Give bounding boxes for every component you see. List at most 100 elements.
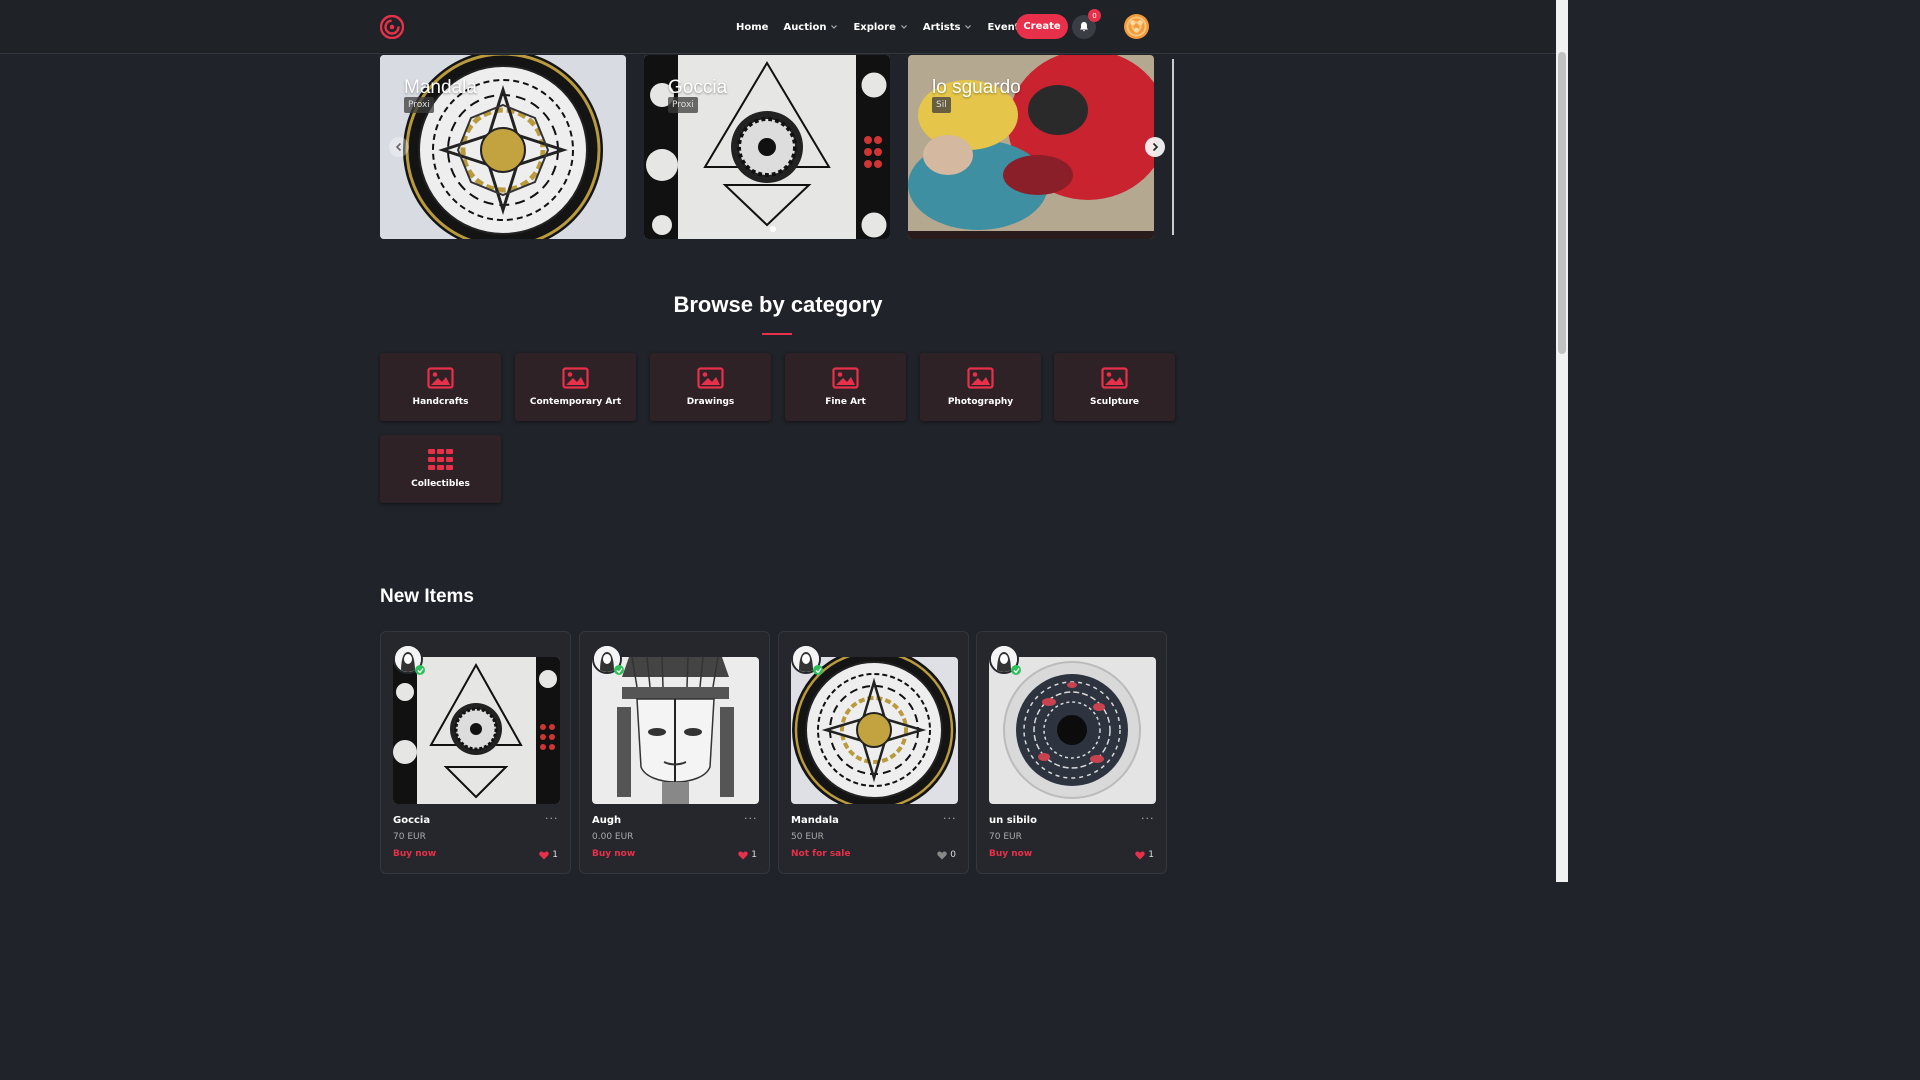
item-image [989, 657, 1156, 804]
carousel-dot[interactable] [770, 226, 776, 232]
like-button[interactable]: 1 [539, 850, 558, 860]
carousel-slide[interactable]: lo sguardo Sil [908, 55, 1154, 239]
image-icon [427, 367, 454, 389]
item-price: 70 EUR [989, 832, 1022, 842]
like-count: 1 [751, 850, 757, 860]
category-fine-art[interactable]: Fine Art [785, 353, 906, 421]
nav-artists[interactable]: Artists [923, 22, 973, 33]
featured-carousel: Mandala Proxi Goccia Proxi lo sguardo Si… [380, 55, 1176, 239]
more-options-icon[interactable]: ··· [1141, 812, 1155, 825]
new-items-title: New Items [380, 586, 474, 607]
carousel-prev-button[interactable] [389, 137, 409, 157]
category-label: Collectibles [411, 479, 470, 489]
category-label: Handcrafts [412, 397, 469, 407]
category-collectibles[interactable]: Collectibles [380, 435, 501, 503]
item-name: un sibilo [989, 815, 1037, 826]
slide-title: lo sguardo [932, 77, 1021, 98]
item-price: 50 EUR [791, 832, 824, 842]
item-name: Mandala [791, 815, 839, 826]
nav-home-label: Home [736, 21, 769, 33]
grid-icon [428, 449, 453, 470]
category-label: Contemporary Art [529, 397, 622, 407]
nav-artists-label: Artists [922, 21, 961, 33]
image-icon [697, 367, 724, 389]
buy-now-link[interactable]: Buy now [989, 849, 1032, 859]
category-label: Fine Art [825, 397, 866, 407]
page-scrollbar[interactable] [1556, 0, 1568, 882]
heart-icon [937, 851, 947, 859]
carousel-slide[interactable]: Goccia Proxi [644, 55, 890, 239]
more-options-icon[interactable]: ··· [744, 812, 758, 825]
chevron-down-icon [900, 25, 907, 29]
image-icon [967, 367, 994, 389]
slide-author[interactable]: Proxi [668, 97, 698, 113]
carousel-next-button[interactable] [1145, 137, 1165, 157]
nav-home[interactable]: Home [736, 22, 768, 33]
image-icon [562, 367, 589, 389]
image-icon [832, 367, 859, 389]
category-label: Drawings [686, 397, 735, 407]
item-image [791, 657, 958, 804]
next-slide-edge [1172, 59, 1174, 235]
item-price: 70 EUR [393, 832, 426, 842]
item-price: 0.00 EUR [592, 832, 634, 842]
like-button[interactable]: 1 [738, 850, 757, 860]
item-name: Augh [592, 815, 622, 826]
chevron-left-icon [395, 142, 402, 152]
category-handcrafts[interactable]: Handcrafts [380, 353, 501, 421]
top-navbar: Home Auction Explore Artists Events EN C… [0, 0, 1556, 54]
like-button[interactable]: 0 [937, 850, 956, 860]
like-button[interactable]: 1 [1135, 850, 1154, 860]
chevron-down-icon [831, 25, 838, 29]
slide-author[interactable]: Proxi [404, 97, 434, 113]
verified-icon [614, 665, 624, 675]
buy-now-link[interactable]: Buy now [592, 849, 635, 859]
more-options-icon[interactable]: ··· [943, 812, 957, 825]
category-sculpture[interactable]: Sculpture [1054, 353, 1175, 421]
item-image [393, 657, 560, 804]
carousel-slide[interactable]: Mandala Proxi [380, 55, 626, 239]
item-card[interactable]: Goccia ··· 70 EUR Buy now 1 [380, 631, 571, 874]
chevron-down-icon [965, 25, 972, 29]
user-avatar[interactable] [1124, 14, 1149, 39]
nav-auction[interactable]: Auction [783, 22, 838, 33]
slide-title: Goccia [668, 77, 728, 98]
create-button[interactable]: Create [1016, 14, 1068, 39]
item-card[interactable]: Mandala ··· 50 EUR Not for sale 0 [778, 631, 969, 874]
slide-title: Mandala [404, 77, 477, 98]
verified-icon [813, 665, 823, 675]
nav-explore[interactable]: Explore [853, 22, 907, 33]
like-count: 1 [1148, 850, 1154, 860]
notification-badge: 0 [1088, 9, 1101, 22]
bell-icon [1080, 22, 1088, 32]
item-name: Goccia [393, 815, 431, 826]
verified-icon [415, 665, 425, 675]
more-options-icon[interactable]: ··· [545, 812, 559, 825]
category-label: Sculpture [1089, 397, 1139, 407]
buy-now-link[interactable]: Buy now [393, 849, 436, 859]
title-underline [762, 333, 792, 335]
item-card[interactable]: Augh ··· 0.00 EUR Buy now 1 [579, 631, 770, 874]
item-image [592, 657, 759, 804]
logo-icon[interactable] [380, 15, 404, 39]
verified-icon [1011, 665, 1021, 675]
like-count: 0 [950, 850, 956, 860]
carousel-dots [770, 226, 776, 232]
slide-author[interactable]: Sil [932, 97, 951, 113]
chevron-right-icon [1152, 142, 1159, 152]
category-contemporary-art[interactable]: Contemporary Art [515, 353, 636, 421]
category-drawings[interactable]: Drawings [650, 353, 771, 421]
heart-icon [539, 851, 549, 859]
nav-explore-label: Explore [853, 21, 896, 33]
category-section-title: Browse by category [673, 292, 883, 317]
image-icon [1101, 367, 1128, 389]
item-card[interactable]: un sibilo ··· 70 EUR Buy now 1 [976, 631, 1167, 874]
heart-icon [738, 851, 748, 859]
not-for-sale-label: Not for sale [791, 849, 851, 859]
scrollbar-thumb[interactable] [1558, 52, 1566, 354]
nav-auction-label: Auction [783, 21, 827, 33]
category-photography[interactable]: Photography [920, 353, 1041, 421]
heart-icon [1135, 851, 1145, 859]
category-label: Photography [947, 397, 1014, 407]
like-count: 1 [552, 850, 558, 860]
